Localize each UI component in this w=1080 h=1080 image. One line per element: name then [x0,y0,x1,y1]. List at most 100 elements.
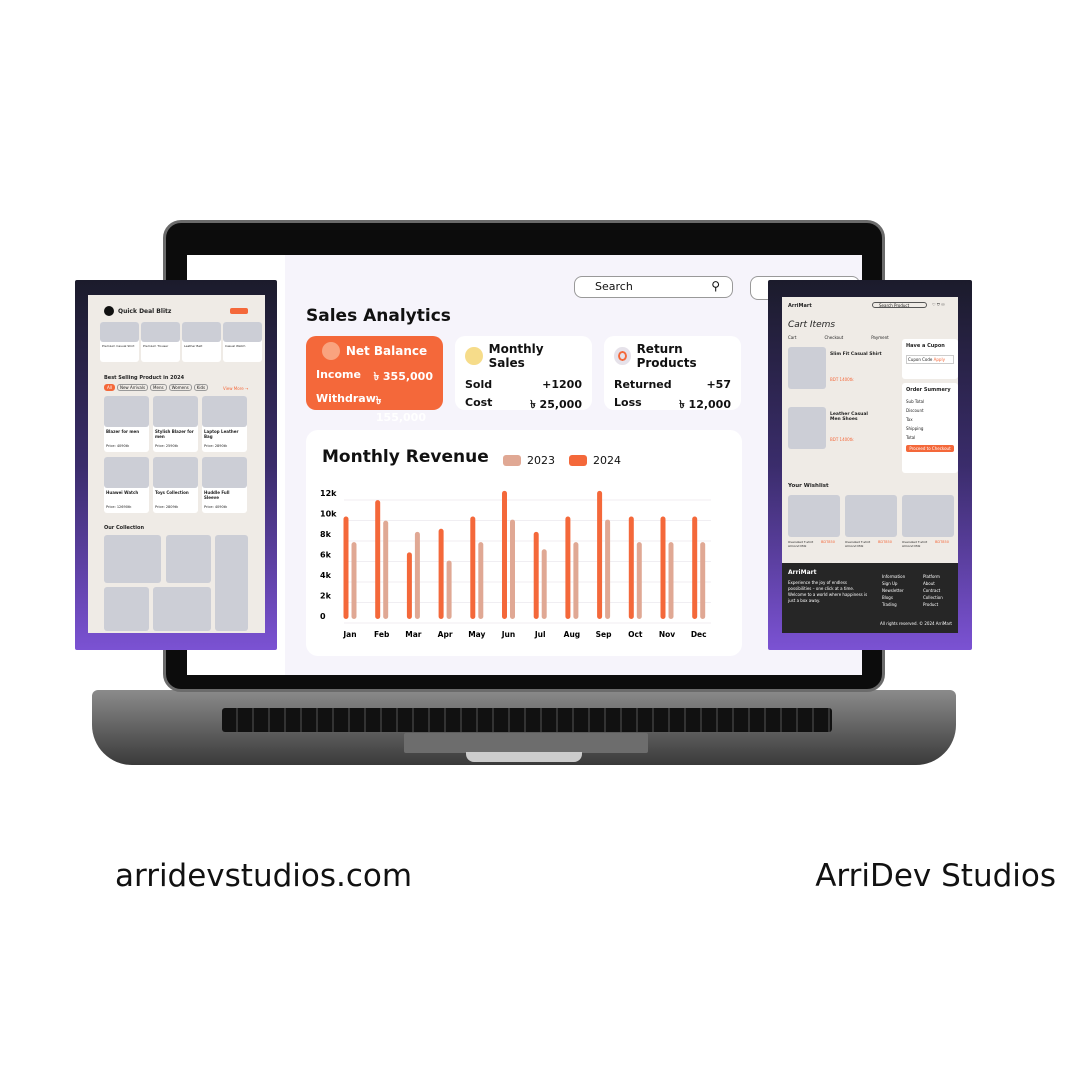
product-name: Blazer for men [106,429,140,434]
deal-image [141,322,180,342]
cost-value: ৳ 25,000 [530,398,582,411]
return-products-card: Return Products Returned +57 Loss ৳ 12,000 [604,336,741,411]
laptop-trackpad [404,733,648,753]
summary-row: Total [906,435,916,440]
product-card[interactable]: Blazer for men Price: 4090tk [104,396,149,452]
deal-name: Leather Belt [184,344,203,348]
deal-card[interactable]: Premium Casual Shirt [100,322,139,362]
wish-price: BDT850 [821,540,835,544]
returned-value: +57 [706,378,731,391]
collection-shirt[interactable] [166,535,211,583]
bar-2023-Mar [414,531,420,619]
filter-chip[interactable]: All [104,384,115,391]
logo-icon [104,306,114,316]
bar-2023-Sep [605,519,611,619]
deal-card[interactable]: Leather Belt [182,322,221,362]
wish-name: Oversized T-shirt Almond Milk [902,540,928,548]
footer-link[interactable]: Contract [923,587,943,594]
monthly-revenue-card: Monthly Revenue 2023 2024 0 2k 4k 6k 8k 10k 12… [306,430,742,656]
wallet-icon [321,342,340,360]
deal-title: Quick Deal Blitz [118,308,172,315]
deal-card[interactable]: Casual Watch [223,322,262,362]
summary-row: Tax [906,417,913,422]
bar-2023-Dec [700,542,706,619]
brand: ArriMart [788,303,812,309]
product-card[interactable]: Huawei Watch Price: 12690tk [104,457,149,513]
site-footer: ArriMart Experience the joy of endless p… [782,563,958,633]
product-image [202,396,247,427]
monthly-sales-card: Monthly Sales Sold +1200 Cost ৳ 25,000 [455,336,592,411]
y-tick-label: 12k [320,489,337,498]
bar-2023-Jan [351,542,357,619]
product-card[interactable]: Huddle Full Sleeve Price: 4090tk [202,457,247,513]
nav-icons[interactable]: ♡ ⛉ ⚇ [932,302,945,307]
order-summary: Order Summery Sub Total Discount Tax Shippi… [902,383,958,473]
laptop-keyboard [222,708,832,732]
sold-value: +1200 [542,378,582,391]
product-name: Stylish Blazer for men [155,429,194,439]
y-tick-label: 8k [320,530,332,539]
coupon-placeholder: Cupon Code [908,357,933,362]
search-input[interactable]: Search ⚲ [574,276,733,298]
collection-blazer[interactable] [104,587,149,631]
page-title: Sales Analytics [306,306,451,326]
footer-link[interactable]: Newsletter [882,587,905,594]
cart-title: Cart Items [788,320,836,330]
deal-name: Premium Casual Shirt [102,344,135,348]
footer-link[interactable]: Trading [882,601,905,608]
product-price: Price: 4090tk [106,444,130,448]
product-price: Price: 2809tk [155,505,179,509]
bar-2023-Oct [636,542,642,619]
search-placeholder: Search [595,280,633,293]
collection-dress[interactable] [104,535,161,583]
card-title: Return Products [636,342,697,370]
shirt-image [788,347,826,389]
bar-2024-Oct [628,516,634,619]
footer-platform: Platform About Contract Collection Product [923,573,943,608]
footer-link[interactable]: Product [923,601,943,608]
deal-image [182,322,221,342]
filter-chip[interactable]: New Arrivals [116,384,149,391]
wish-image[interactable] [788,495,840,537]
card-title: Net Balance [345,344,428,358]
x-tick-label: Oct [628,630,643,639]
product-card[interactable]: Laptop Leather Bag Price: 2890tk [202,396,247,452]
wish-image[interactable] [845,495,897,537]
collection-bag[interactable] [153,587,211,631]
product-name: Laptop Leather Bag [204,429,239,439]
filter-chip[interactable]: Mens [150,384,167,391]
checkout-button[interactable]: Proceed to Checkout [906,445,954,452]
apply-button[interactable]: Apply [934,357,945,362]
cost-label: Cost [465,396,493,409]
wish-name: Oversized T-shirt Almond Milk [788,540,814,548]
filter-chip[interactable]: Womens [168,384,192,391]
y-tick-label: 2k [320,592,332,601]
website-url[interactable]: arridevstudios.com [115,858,412,894]
search-input[interactable]: Search Product [872,302,927,308]
filter-chip[interactable]: Kids [193,384,209,391]
product-card[interactable]: Stylish Blazer for men Price: 2590tk [153,396,198,452]
step: Payment [871,335,889,340]
product-image [202,457,247,488]
revenue-chart: 0 2k 4k 6k 8k 10k 12k Jan Feb Mar Apr May Jun Jul Aug S… [320,489,711,639]
wish-name: Oversized T-shirt Almond Milk [845,540,871,548]
product-card[interactable]: Toys Collection Price: 2809tk [153,457,198,513]
coupon-input[interactable]: Cupon Code Apply [906,355,954,364]
bar-2024-Nov [660,516,666,619]
bar-2023-Jul [541,549,547,619]
footer-link[interactable]: Blogs [882,594,905,601]
view-more-link[interactable]: View More → [223,386,248,391]
x-tick-label: Sep [596,630,612,639]
wish-image[interactable] [902,495,954,537]
footer-link[interactable]: Sign Up [882,580,905,587]
coins-icon [465,347,483,365]
next-button[interactable] [230,308,248,314]
collection-watch[interactable] [215,535,248,631]
deal-card[interactable]: Premium Trouser [141,322,180,362]
footer-link[interactable]: Collection [923,594,943,601]
dashboard-screen: Search ⚲ Sales Analytics Net Balance Inco… [187,255,862,675]
product-image [104,396,149,427]
copyright: All rights reserved. © 2024 ArriMart [879,621,952,626]
x-tick-label: Dec [691,630,707,639]
footer-link[interactable]: About [923,580,943,587]
